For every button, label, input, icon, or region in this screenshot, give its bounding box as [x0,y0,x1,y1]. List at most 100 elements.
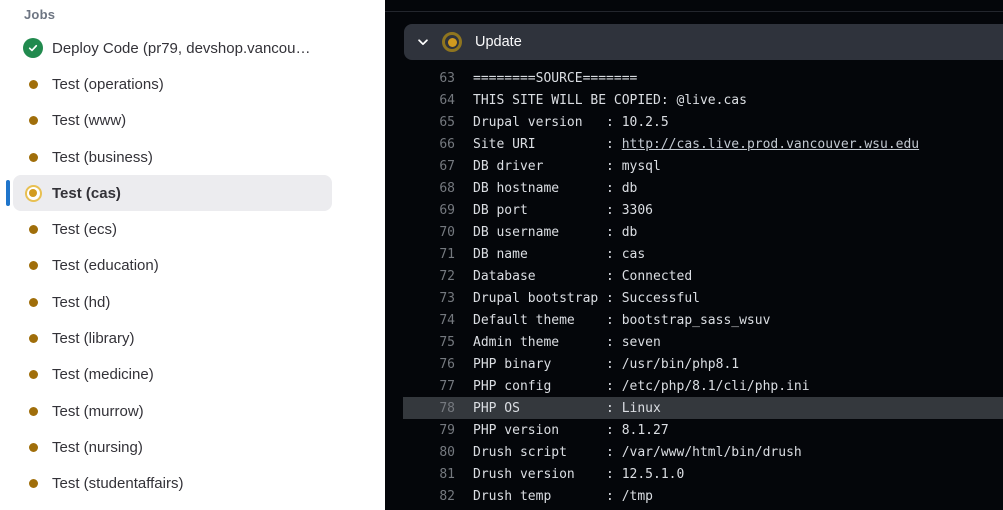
log-section-header-update[interactable]: Update [404,24,1003,60]
log-line: 73 Drupal bootstrap : Successful [403,287,1003,309]
status-pending-dot-icon [28,370,38,380]
log-line: 67 DB driver : mysql [403,155,1003,177]
log-line-text: PHP config : /etc/php/8.1/cli/php.ini [473,378,810,394]
status-pending-dot-icon [28,442,38,452]
status-success-icon [23,38,43,59]
log-line-number[interactable]: 69 [403,203,455,218]
log-line-number[interactable]: 68 [403,181,455,196]
log-line: 69 DB port : 3306 [403,199,1003,221]
log-line-text: Default theme : bootstrap_sass_wsuv [473,312,771,328]
log-line-number[interactable]: 64 [403,93,455,108]
job-log-output[interactable]: 63 ========SOURCE======= 64 THIS SITE WILL … [385,67,1003,507]
log-line: 79 PHP version : 8.1.27 [403,419,1003,441]
sidebar-job-item[interactable]: Test (library) [13,320,332,356]
log-line-number[interactable]: 80 [403,445,455,460]
log-line-text: PHP binary : /usr/bin/php8.1 [473,356,740,372]
log-line-text: PHP OS : Linux [473,400,661,416]
status-pending-dot-icon [28,225,38,235]
log-line: 66 Site URI : http://cas.live.prod.vancou… [403,133,1003,155]
log-line: 68 DB hostname : db [403,177,1003,199]
jobs-sidebar: Jobs Deploy Code (pr79, devshop.vancou… T… [0,0,385,510]
log-line-text: DB name : cas [473,246,646,262]
sidebar-job-item[interactable]: Test (medicine) [13,357,332,393]
log-line: 65 Drupal version : 10.2.5 [403,111,1003,133]
job-status-icon-slot [23,256,43,276]
sidebar-job-item[interactable]: Test (studentaffairs) [13,466,332,502]
log-line-text: Drupal version : 10.2.5 [473,114,669,130]
sidebar-job-item[interactable]: Test (business) [13,139,332,175]
log-line-number[interactable]: 75 [403,335,455,350]
log-line-text: Site URI : http://cas.live.prod.vancouve… [473,136,920,152]
status-pending-dot-icon [28,479,38,489]
job-item-label: Test (education) [52,257,159,275]
job-status-icon-slot [23,183,43,203]
log-line-number[interactable]: 65 [403,115,455,130]
job-item-label: Test (operations) [52,75,164,93]
log-line-number[interactable]: 66 [403,137,455,152]
job-status-icon-slot [23,401,43,421]
sidebar-job-item[interactable]: Test (www) [13,103,332,139]
log-line: 81 Drush version : 12.5.1.0 [403,463,1003,485]
log-line-number[interactable]: 67 [403,159,455,174]
status-pending-dot-icon [28,79,38,89]
job-log-panel: Update 63 ========SOURCE======= 64 THIS SIT… [385,0,1003,510]
log-line-number[interactable]: 82 [403,489,455,504]
log-line-number[interactable]: 77 [403,379,455,394]
job-item-label: Deploy Code (pr79, devshop.vancou… [52,39,311,57]
log-line-text: Admin theme : seven [473,334,661,350]
log-line: 71 DB name : cas [403,243,1003,265]
job-status-icon-slot [23,220,43,240]
status-pending-dot-icon [28,334,38,344]
job-status-icon-slot [23,437,43,457]
log-line-number[interactable]: 63 [403,71,455,86]
log-line: 80 Drush script : /var/www/html/bin/drush [403,441,1003,463]
job-item-label: Test (murrow) [52,402,144,420]
sidebar-job-item[interactable]: Test (hd) [13,284,332,320]
log-line-text: Drush temp : /tmp [473,488,654,504]
jobs-sidebar-title: Jobs [24,7,56,22]
sidebar-job-item[interactable]: Test (operations) [13,66,332,102]
job-item-label: Test (hd) [52,293,111,311]
sidebar-job-item[interactable]: Test (nursing) [13,429,332,465]
sidebar-job-item[interactable]: Test (murrow) [13,393,332,429]
log-line-number[interactable]: 72 [403,269,455,284]
log-line-text: DB port : 3306 [473,202,654,218]
log-line-number[interactable]: 71 [403,247,455,262]
log-line-number[interactable]: 76 [403,357,455,372]
log-line-text: Drush version : 12.5.1.0 [473,466,685,482]
log-line-number[interactable]: 79 [403,423,455,438]
log-line-number[interactable]: 70 [403,225,455,240]
job-log-page: Jobs Deploy Code (pr79, devshop.vancou… T… [0,0,1003,510]
job-status-icon-slot [23,474,43,494]
job-status-icon-slot [23,329,43,349]
log-line-number[interactable]: 74 [403,313,455,328]
log-link-url[interactable]: http://cas.live.prod.vancouver.wsu.edu [622,137,919,152]
job-status-icon-slot [23,292,43,312]
status-running-icon [442,32,462,52]
sidebar-job-item[interactable]: Deploy Code (pr79, devshop.vancou… [13,30,332,66]
log-line-number[interactable]: 73 [403,291,455,306]
log-line: 75 Admin theme : seven [403,331,1003,353]
log-line-text: DB driver : mysql [473,158,661,174]
job-status-icon-slot [23,74,43,94]
status-pending-dot-icon [28,297,38,307]
log-line: 70 DB username : db [403,221,1003,243]
sidebar-job-item[interactable]: Test (education) [13,248,332,284]
log-line-text: Database : Connected [473,268,693,284]
job-status-icon-slot [23,147,43,167]
job-status-icon-slot [23,365,43,385]
job-list: Deploy Code (pr79, devshop.vancou… Test (… [0,30,385,502]
log-line-number[interactable]: 78 [403,401,455,416]
status-pending-dot-icon [28,152,38,162]
panel-top-divider [385,11,1003,12]
sidebar-job-item[interactable]: Test (cas) [6,175,332,212]
chevron-down-icon[interactable] [415,34,431,50]
log-line-number[interactable]: 81 [403,467,455,482]
status-pending-dot-icon [28,116,38,126]
status-pending-dot-icon [28,261,38,271]
sidebar-job-item[interactable]: Test (ecs) [13,211,332,247]
log-line-text: PHP version : 8.1.27 [473,422,669,438]
log-line: 77 PHP config : /etc/php/8.1/cli/php.ini [403,375,1003,397]
log-line: 74 Default theme : bootstrap_sass_wsuv [403,309,1003,331]
log-line: 72 Database : Connected [403,265,1003,287]
